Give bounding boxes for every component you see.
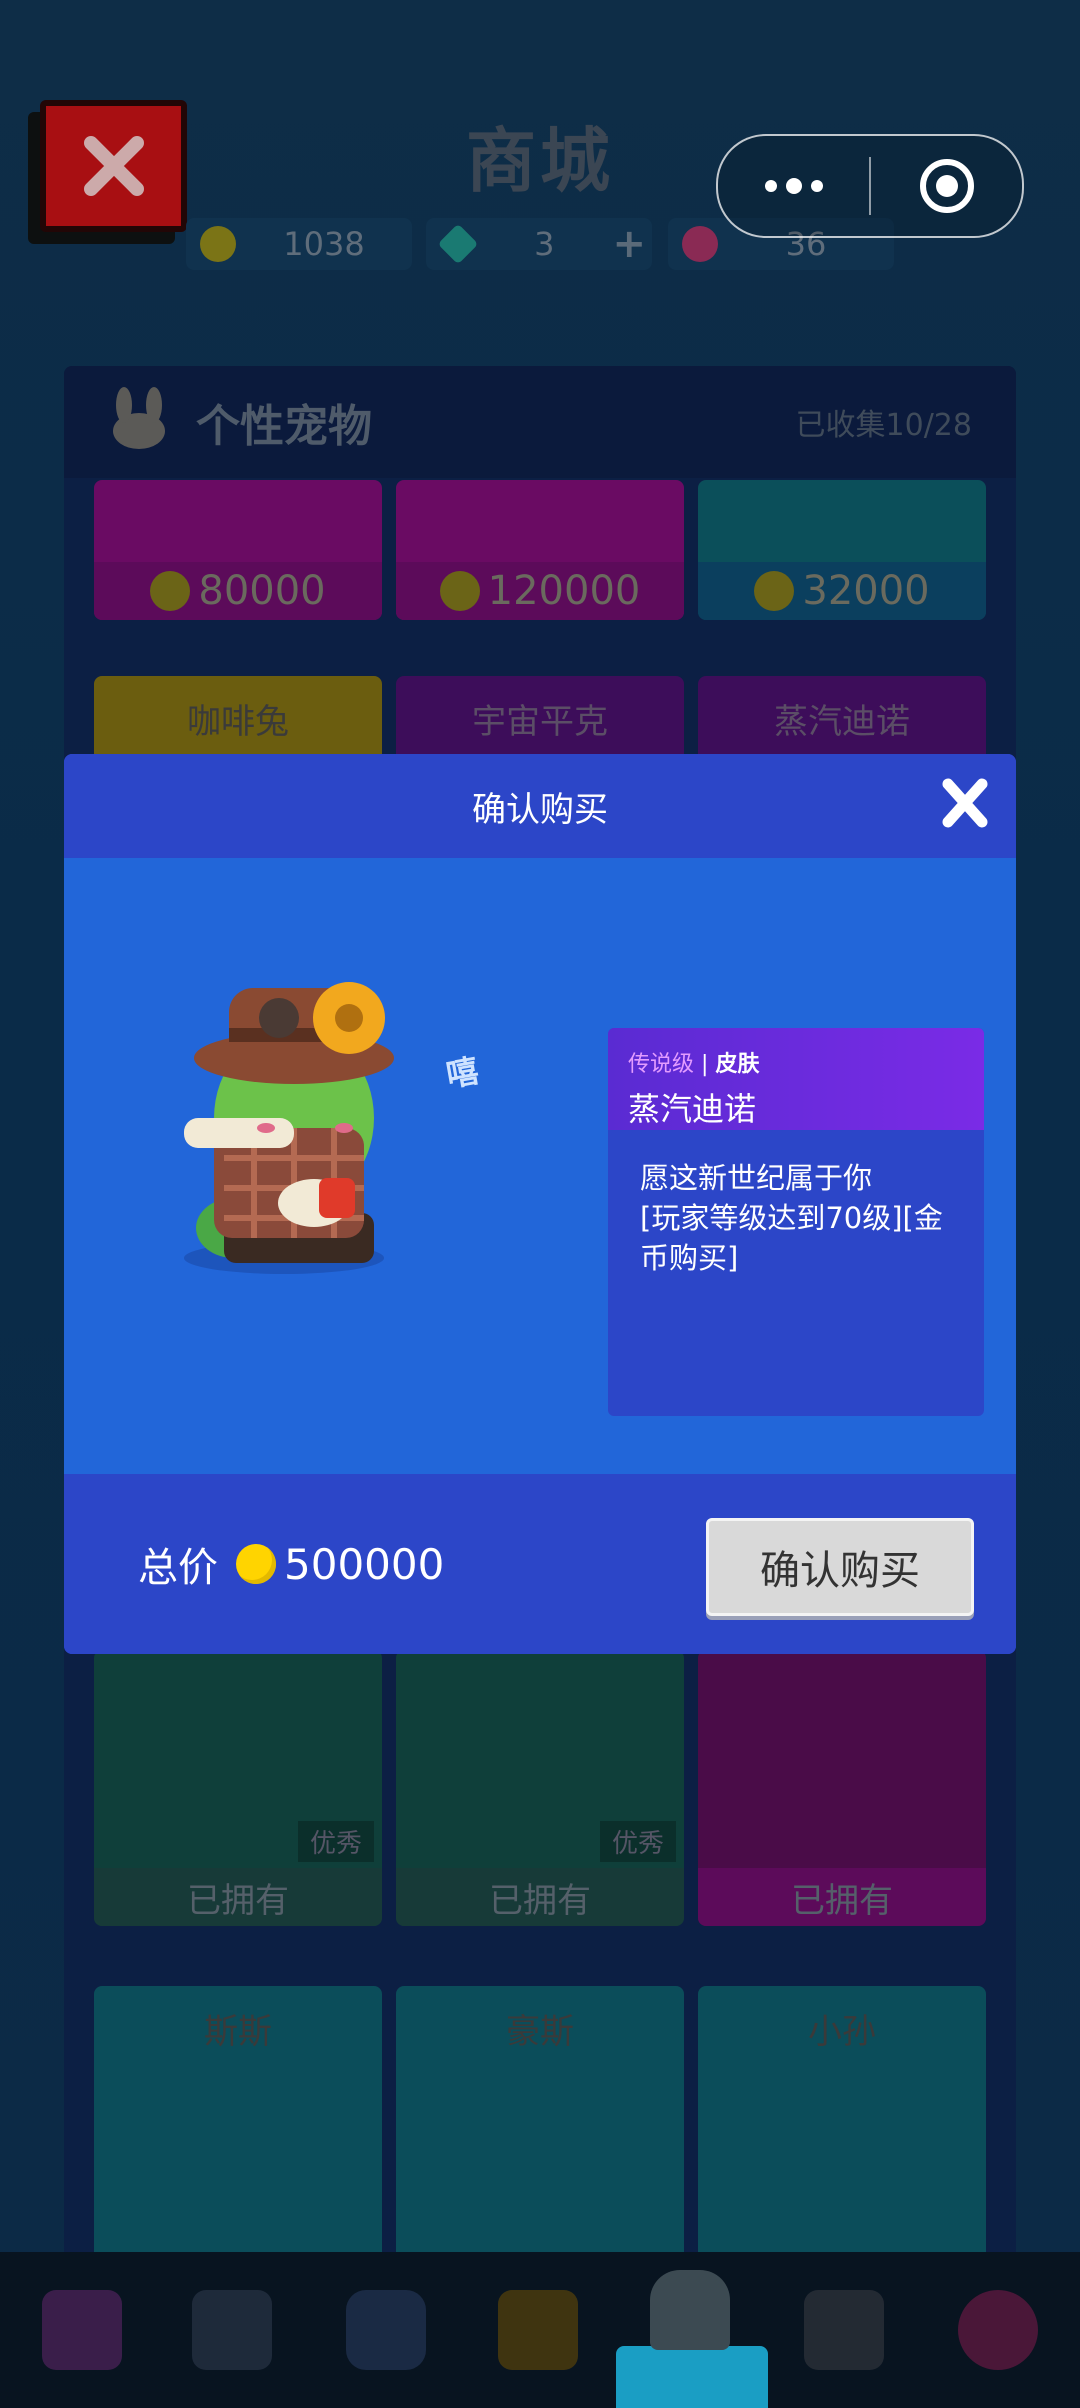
dot: [785, 178, 802, 194]
coin-icon: [236, 1544, 276, 1584]
diamond-balance: 3 +: [426, 218, 652, 270]
pet-name: 蒸汽迪诺: [774, 702, 910, 742]
price: 32000: [802, 568, 930, 614]
add-diamond-button[interactable]: +: [612, 221, 646, 267]
joystick-icon[interactable]: [804, 2290, 884, 2370]
coin-value: 1038: [283, 225, 365, 263]
quality-tag: 优秀: [599, 1821, 676, 1862]
pet-card[interactable]: 32000: [698, 480, 986, 620]
diamond-value: 3: [534, 225, 555, 263]
coin-icon: [754, 571, 795, 611]
pet-card[interactable]: 小孙: [698, 1986, 986, 2266]
pet-name: 小孙: [808, 2012, 876, 2052]
dialog-title: 确认购买: [472, 789, 608, 830]
dot: [810, 180, 823, 192]
pet-card[interactable]: 已拥有: [698, 1650, 986, 1926]
pet-card[interactable]: 斯斯: [94, 1986, 382, 2266]
robot-tv-icon[interactable]: [346, 2290, 426, 2370]
dialog-header: 确认购买: [64, 754, 1016, 858]
price: 80000: [198, 568, 326, 614]
dialog-footer: 总价 500000 确认购买: [64, 1474, 1016, 1654]
more-button[interactable]: [718, 178, 869, 194]
pet-card[interactable]: 优秀 已拥有: [396, 1650, 684, 1926]
collected-count: 已收集10/28: [795, 408, 972, 443]
steam-dino-character: [184, 982, 394, 1274]
item-info-header: 传说级 | 皮肤 蒸汽迪诺: [608, 1028, 984, 1130]
section-title: 个性宠物: [196, 401, 372, 452]
diamond-icon: [437, 223, 479, 265]
item-kind: 皮肤: [715, 1052, 760, 1077]
pet-name: 咖啡兔: [187, 702, 289, 742]
close-icon: [942, 778, 988, 828]
dot: [764, 180, 777, 192]
rarity-separator: |: [701, 1052, 709, 1077]
pet-card[interactable]: 80000: [94, 480, 382, 620]
coin-balance: 1038: [186, 218, 412, 270]
shop-title: 商城: [466, 120, 614, 202]
close-icon: [83, 136, 144, 196]
miniprogram-capsule: [716, 134, 1024, 238]
lotus-icon[interactable]: [958, 2290, 1038, 2370]
target-icon: [919, 159, 974, 213]
rarity-line: 传说级 | 皮肤: [628, 1028, 984, 1078]
price: 120000: [487, 568, 641, 614]
price-bar: 32000: [698, 562, 986, 620]
owned-label: 已拥有: [698, 1868, 986, 1926]
dialog-body: 嘻 传说级 | 皮肤 蒸汽迪诺 愿这新世纪属于你 [玩家等级达到70级][金币购…: [64, 858, 1016, 1474]
bunny-icon[interactable]: [650, 2270, 730, 2350]
owned-label: 已拥有: [396, 1868, 684, 1926]
total-price: 500000: [284, 1539, 445, 1589]
confirm-purchase-dialog: 确认购买 嘻 传说级 | 皮肤 蒸汽迪诺 愿这新世纪属于你 [玩家等级达到70级…: [64, 754, 1016, 1654]
pet-name: 斯斯: [204, 2012, 272, 2052]
chest-icon[interactable]: [42, 2290, 122, 2370]
nav-active-tab: [616, 2346, 768, 2408]
quality-tag: 优秀: [297, 1821, 374, 1862]
face-icon[interactable]: [498, 2290, 578, 2370]
rarity-label: 传说级: [628, 1052, 695, 1077]
pet-name: 宇宙平克: [472, 702, 608, 742]
item-description: 愿这新世纪属于你 [玩家等级达到70级][金币购买]: [640, 1161, 943, 1275]
pet-card[interactable]: 优秀 已拥有: [94, 1650, 382, 1926]
pet-card[interactable]: 120000: [396, 480, 684, 620]
price-bar: 80000: [94, 562, 382, 620]
coin-icon: [150, 571, 191, 611]
total-label: 总价: [138, 1545, 218, 1591]
confirm-purchase-button[interactable]: 确认购买: [706, 1518, 974, 1616]
shop-close-button[interactable]: [40, 100, 187, 232]
item-info-card: 传说级 | 皮肤 蒸汽迪诺 愿这新世纪属于你 [玩家等级达到70级][金币购买]: [608, 1028, 984, 1416]
price-bar: 120000: [396, 562, 684, 620]
dialog-close-button[interactable]: [940, 776, 990, 834]
coin-icon: [439, 571, 480, 611]
coin-icon: [200, 226, 236, 262]
item-name: 蒸汽迪诺: [628, 1090, 757, 1128]
owned-label: 已拥有: [94, 1868, 382, 1926]
lotus-icon: [682, 226, 718, 262]
exit-miniprogram-button[interactable]: [871, 156, 1022, 216]
pet-card[interactable]: 豪斯: [396, 1986, 684, 2266]
bunny-icon: [113, 387, 165, 449]
star-chat-icon[interactable]: [192, 2290, 272, 2370]
pet-panel-header: 个性宠物 已收集10/28: [64, 366, 1016, 478]
pet-name: 豪斯: [506, 2012, 574, 2052]
